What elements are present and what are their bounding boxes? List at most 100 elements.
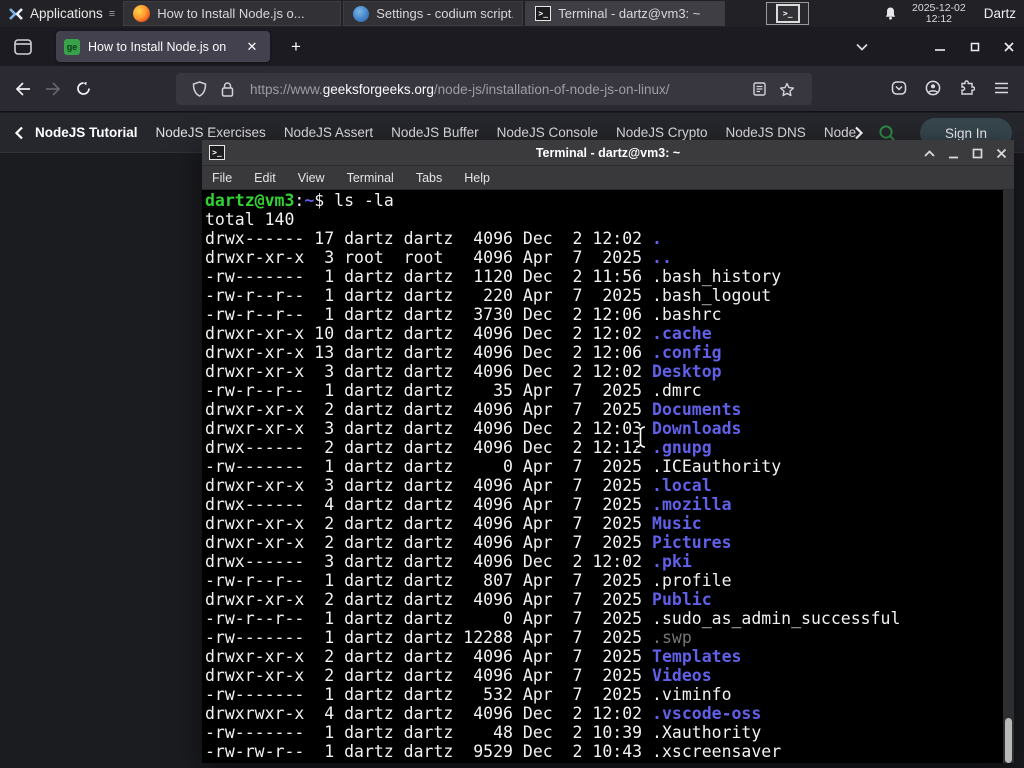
directory-name: .pki [652,552,692,571]
browser-tab-bar: ge How to Install Node.js on ✕ + [0,27,1024,66]
terminal-shade-button[interactable] [922,146,936,160]
taskbar-window-button[interactable]: Settings - codium script... [343,1,524,26]
geeksforgeeks-favicon: ge [64,38,80,55]
taskbar-window-button[interactable]: How to Install Node.js o... [123,1,342,26]
site-nav-item[interactable]: NodeJS Exercises [156,125,266,140]
pocket-icon[interactable] [882,73,916,103]
terminal-listing-row: drwxr-xr-x 10 dartz dartz 4096 Dec 2 12:… [205,324,712,343]
directory-name: .config [652,343,722,362]
terminal-menu-view[interactable]: View [298,171,325,185]
file-name: .sudo_as_admin_successful [652,609,901,628]
taskbar-window-title: Terminal - dartz@vm3: ~ [558,6,701,21]
browser-toolbar: https://www.geeksforgeeks.org/node-js/in… [0,66,1024,112]
file-name: .ICEauthority [652,457,782,476]
tab-close-icon[interactable]: ✕ [242,37,262,57]
clock-time: 12:12 [925,12,953,25]
site-nav-item[interactable]: NodeJS Assert [284,125,373,140]
url-bar[interactable]: https://www.geeksforgeeks.org/node-js/in… [176,73,812,105]
site-nav-item[interactable]: NodeJS Console [497,125,598,140]
taskbar-window-button[interactable]: >_ Terminal - dartz@vm3: ~ [525,1,726,26]
menu-caret-icon: ≡ [108,7,116,20]
site-nav-item[interactable]: NodeJS Buffer [391,125,479,140]
url-text: https://www.geeksforgeeks.org/node-js/in… [250,81,670,97]
terminal-scrollbar[interactable] [1003,190,1014,763]
file-name: .bashrc [652,305,722,324]
terminal-listing-row: drwxr-xr-x 2 dartz dartz 4096 Apr 7 2025… [205,533,732,552]
notification-bell-icon[interactable] [883,6,898,21]
terminal-listing-row: drwxr-xr-x 2 dartz dartz 4096 Apr 7 2025… [205,590,712,609]
terminal-listing-row: drwxr-xr-x 3 dartz dartz 4096 Dec 2 12:0… [205,362,722,381]
nav-scroll-right-icon[interactable] [854,126,864,140]
terminal-menu-tabs[interactable]: Tabs [416,171,442,185]
text-cursor [634,425,647,449]
terminal-menu-file[interactable]: File [212,171,232,185]
terminal-window-icon: >_ [209,145,225,160]
extensions-puzzle-icon[interactable] [950,73,984,103]
terminal-listing-row: drwxr-xr-x 2 dartz dartz 4096 Apr 7 2025… [205,400,742,419]
browser-minimize-button[interactable] [928,35,952,59]
directory-name: Pictures [652,533,732,552]
terminal-listing-row: drwxr-xr-x 3 root root 4096 Apr 7 2025 .… [205,248,672,267]
site-nav-item[interactable]: NodeJS Tutorial [35,125,138,140]
terminal-menu-terminal[interactable]: Terminal [347,171,394,185]
directory-name: Templates [652,647,742,666]
site-nav-item[interactable]: Node [824,125,856,140]
directory-name: .cache [652,324,712,343]
directory-name: .local [652,476,712,495]
directory-name: .gnupg [652,438,712,457]
applications-menu[interactable]: Applications ≡ [0,0,122,27]
directory-name: Music [652,514,702,533]
workspace-switcher[interactable]: >_ [766,2,810,25]
browser-close-button[interactable] [997,35,1021,59]
site-nav-item[interactable]: NodeJS DNS [726,125,806,140]
site-nav-item[interactable]: NodeJS Crypto [616,125,708,140]
account-icon[interactable] [916,73,950,103]
file-name: .viminfo [652,685,732,704]
applications-label: Applications [30,6,103,21]
file-name: .profile [652,571,732,590]
terminal-minimize-button[interactable] [946,146,960,160]
taskbar-window-title: How to Install Node.js o... [157,6,305,21]
back-button[interactable] [8,74,38,104]
terminal-listing-row: -rw------- 1 dartz dartz 12288 Apr 7 202… [205,628,692,647]
browser-tab[interactable]: ge How to Install Node.js on ✕ [56,31,270,62]
terminal-listing-row: -rw------- 1 dartz dartz 532 Apr 7 2025 … [205,685,732,704]
terminal-listing-row: drwxrwxr-x 4 dartz dartz 4096 Dec 2 12:0… [205,704,762,723]
list-tabs-chevron-icon[interactable] [850,35,874,59]
terminal-listing-row: -rw------- 1 dartz dartz 1120 Dec 2 11:5… [205,267,782,286]
vscodium-icon [353,5,370,22]
terminal-menu-help[interactable]: Help [464,171,490,185]
terminal-scrollbar-thumb[interactable] [1005,718,1012,763]
terminal-maximize-button[interactable] [970,146,984,160]
terminal-menubar: File Edit View Terminal Tabs Help [202,166,1014,190]
desktop: Applications ≡ How to Install Node.js o.… [0,0,1024,768]
clock[interactable]: 2025-12-02 12:12 [912,2,966,25]
bookmark-star-icon[interactable] [774,76,800,102]
reader-mode-icon[interactable] [746,76,772,102]
browser-maximize-button[interactable] [963,35,987,59]
terminal-icon: >_ [535,6,552,21]
file-name: .xscreensaver [652,742,782,761]
terminal-menu-edit[interactable]: Edit [254,171,276,185]
reload-button[interactable] [68,74,98,104]
terminal-content[interactable]: dartz@vm3:~$ ls -la total 140 drwx------ 1… [202,190,1014,763]
terminal-titlebar[interactable]: >_ Terminal - dartz@vm3: ~ [202,140,1014,166]
terminal-listing-row: -rw-rw-r-- 1 dartz dartz 9529 Dec 2 10:4… [205,742,782,761]
new-tab-button[interactable]: + [284,35,308,59]
terminal-listing-row: -rw-r--r-- 1 dartz dartz 0 Apr 7 2025 .s… [205,609,901,628]
file-name: .dmrc [652,381,702,400]
workspace-terminal-thumb: >_ [775,4,800,23]
firefox-view-icon[interactable] [8,34,38,60]
terminal-listing-row: -rw-r--r-- 1 dartz dartz 35 Apr 7 2025 .… [205,381,702,400]
user-menu[interactable]: Dartz [980,6,1016,21]
terminal-listing-row: drwx------ 17 dartz dartz 4096 Dec 2 12:… [205,229,662,248]
shield-icon[interactable] [186,76,212,102]
lock-icon[interactable] [214,76,240,102]
forward-button[interactable] [38,74,68,104]
nav-scroll-left-icon[interactable] [14,126,24,140]
file-name: .bash_logout [652,286,772,305]
terminal-close-button[interactable] [994,146,1008,160]
site-search-icon[interactable] [878,124,896,142]
hamburger-menu-icon[interactable] [984,73,1018,103]
terminal-listing-row: drwx------ 2 dartz dartz 4096 Dec 2 12:1… [205,438,712,457]
